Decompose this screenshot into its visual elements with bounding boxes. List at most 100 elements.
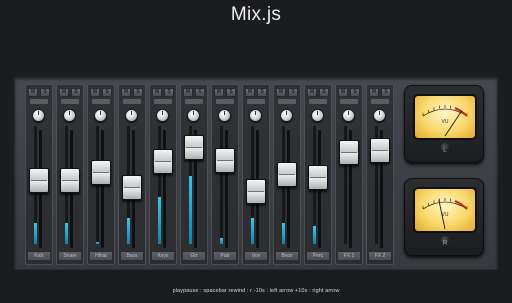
pan-knob[interactable] (249, 109, 262, 122)
volume-fader[interactable] (153, 148, 173, 174)
mute-button[interactable]: M (121, 88, 131, 97)
channel-name: Vox (244, 251, 268, 261)
volume-fader[interactable] (29, 167, 49, 193)
strip-indicator (154, 99, 172, 104)
channel-strip: M S Keys (149, 84, 177, 265)
strip-buttons: MS (245, 88, 267, 97)
solo-button[interactable]: S (257, 88, 267, 97)
solo-button[interactable]: S (164, 88, 174, 97)
volume-fader[interactable] (215, 147, 235, 173)
channel-name: Perc (306, 251, 330, 261)
mute-button[interactable]: M (245, 88, 255, 97)
mute-button[interactable]: M (28, 88, 38, 97)
pan-knob[interactable] (187, 109, 200, 122)
level-meter (34, 223, 37, 244)
strip-buttons: MS (307, 88, 329, 97)
channel-name: Keys (151, 251, 175, 261)
solo-button[interactable]: S (288, 88, 298, 97)
level-meter (313, 226, 316, 244)
keyboard-shortcuts-hint: playpause : spacebar rewind : r -10s : l… (172, 288, 340, 294)
volume-fader[interactable] (339, 140, 359, 165)
solo-button[interactable]: S (350, 88, 360, 97)
pan-knob[interactable] (32, 109, 45, 122)
strip-buttons: MS (183, 88, 205, 97)
volume-fader[interactable] (91, 159, 111, 185)
vu-red-zone (454, 200, 468, 210)
volume-fader[interactable] (122, 175, 142, 201)
strip-indicator (92, 99, 110, 104)
level-meter (220, 238, 223, 244)
channel-strip: M S Snare (56, 84, 84, 265)
channel-name: FX 1 (337, 251, 361, 261)
solo-button[interactable]: S (226, 88, 236, 97)
vu-channel-label: L (443, 147, 447, 154)
level-meter (96, 242, 99, 244)
strip-buttons: MS (28, 88, 50, 97)
strip-indicator (30, 99, 48, 104)
strip-buttons: MS (276, 88, 298, 97)
solo-button[interactable]: S (381, 88, 391, 97)
solo-button[interactable]: S (195, 88, 205, 97)
channel-name: FX 2 (368, 251, 392, 261)
level-meter (189, 176, 192, 244)
strip-buttons: MS (121, 88, 143, 97)
mute-button[interactable]: M (214, 88, 224, 97)
level-meter (251, 218, 254, 244)
strip-indicator (371, 99, 389, 104)
pan-knob[interactable] (373, 109, 386, 122)
volume-fader[interactable] (60, 167, 80, 193)
channel-name: Gtr (182, 251, 206, 261)
vu-scale: VU (422, 198, 468, 230)
strip-buttons: MS (338, 88, 360, 97)
strip-buttons: MS (59, 88, 81, 97)
solo-button[interactable]: S (102, 88, 112, 97)
mute-button[interactable]: M (59, 88, 69, 97)
mute-button[interactable]: M (276, 88, 286, 97)
channel-name: Pad (213, 251, 237, 261)
pan-knob[interactable] (94, 109, 107, 122)
solo-button[interactable]: S (319, 88, 329, 97)
strip-indicator (123, 99, 141, 104)
strip-buttons: MS (369, 88, 391, 97)
vu-meter-face: VU (413, 94, 477, 140)
mixer-console: M S Kick M S Snare M S Hihat M S Bass M S Keys M S Gtr M S P… (14, 77, 498, 270)
mute-button[interactable]: M (90, 88, 100, 97)
strip-indicator (340, 99, 358, 104)
fader-track (101, 130, 104, 248)
pan-knob[interactable] (156, 109, 169, 122)
mute-button[interactable]: M (338, 88, 348, 97)
volume-fader[interactable] (308, 165, 328, 191)
strip-indicator (185, 99, 203, 104)
channel-name: Snare (58, 251, 82, 261)
strip-buttons: MS (90, 88, 112, 97)
vu-meter: VU R (404, 178, 484, 256)
vu-channel-label: R (442, 240, 448, 247)
mute-button[interactable]: M (307, 88, 317, 97)
mute-button[interactable]: M (369, 88, 379, 97)
vu-meter-face: VU (413, 187, 477, 233)
volume-fader[interactable] (370, 137, 390, 163)
level-meter (282, 223, 285, 244)
volume-fader[interactable] (184, 134, 204, 160)
volume-fader[interactable] (277, 162, 297, 187)
level-meter (158, 197, 161, 244)
channel-strip: M S Gtr (180, 84, 208, 265)
channel-name: Bvox (275, 251, 299, 261)
volume-fader[interactable] (246, 178, 266, 204)
channel-strip: M S FX 1 (335, 84, 363, 265)
pan-knob[interactable] (63, 109, 76, 122)
solo-button[interactable]: S (71, 88, 81, 97)
pan-knob[interactable] (125, 109, 138, 122)
pan-knob[interactable] (342, 109, 355, 122)
solo-button[interactable]: S (133, 88, 143, 97)
channel-strip: M S Bvox (273, 84, 301, 265)
channel-name: Hihat (89, 251, 113, 261)
pan-knob[interactable] (280, 109, 293, 122)
mute-button[interactable]: M (152, 88, 162, 97)
solo-button[interactable]: S (40, 88, 50, 97)
pan-knob[interactable] (218, 109, 231, 122)
mute-button[interactable]: M (183, 88, 193, 97)
pan-knob[interactable] (311, 109, 324, 122)
channel-strip: M S Vox (242, 84, 270, 265)
level-meter-background (96, 126, 99, 244)
